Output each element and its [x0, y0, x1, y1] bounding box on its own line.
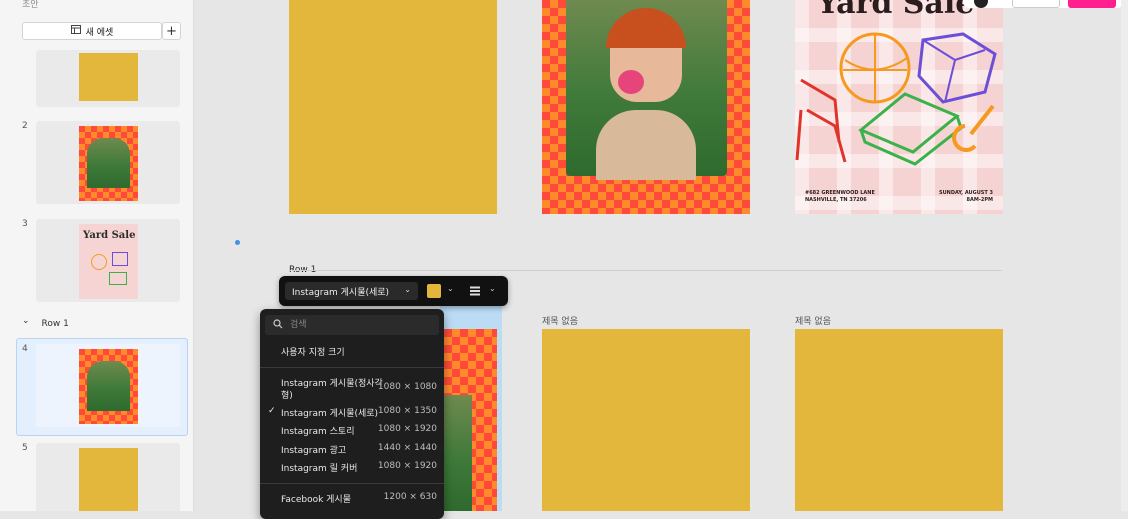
frame-title: 제목 없음 [795, 317, 831, 327]
menu-item-instagram-square[interactable]: Instagram 게시물(정사각 형) 1080 × 1080 [260, 376, 444, 402]
plus-icon: + [166, 23, 177, 39]
selection-handle[interactable] [235, 240, 240, 245]
color-swatch[interactable] [427, 284, 441, 298]
new-asset-button[interactable]: 새 에셋 [22, 22, 162, 40]
menu-item-instagram-ad[interactable]: Instagram 광고 1440 × 1440 [260, 443, 444, 457]
search-field[interactable] [265, 315, 439, 335]
new-asset-label: 새 에셋 [85, 27, 114, 38]
vertical-scrollbar[interactable] [1121, 0, 1128, 511]
yard-sale-illustration [795, 32, 997, 166]
frame-toolbar: Instagram 게시물(세로) ⌄ ⌄ ⌄ [279, 276, 508, 306]
menu-divider [260, 367, 444, 368]
menu-item-instagram-portrait[interactable]: ✓ Instagram 게시물(세로) 1080 × 1350 [260, 406, 444, 420]
page-number: 5 [22, 443, 28, 453]
pages-sidebar: 초안 새 에셋 + 2 3 Yard Sale ⌄ Row 1 4 5 [0, 0, 194, 511]
frame-mustard-3[interactable] [795, 329, 1003, 511]
frame-yard-sale[interactable]: Yard Sale #682 GREENWOOD LANE NASHVILLE,… [795, 0, 1003, 214]
layout-icon [70, 25, 81, 37]
frame-mustard-2[interactable] [542, 329, 750, 511]
check-icon: ✓ [268, 406, 276, 416]
size-dropdown-menu: 사용자 지정 크기 Instagram 게시물(정사각 형) 1080 × 10… [260, 309, 444, 519]
menu-item-instagram-reel-cover[interactable]: Instagram 릴 커버 1080 × 1920 [260, 461, 444, 475]
page-number: 4 [22, 344, 28, 354]
frame-portrait-selected[interactable] [444, 329, 497, 511]
page-number: 2 [22, 121, 28, 131]
page-thumb-1[interactable] [36, 50, 180, 107]
row-group-label[interactable]: ⌄ Row 1 [22, 316, 69, 329]
page-thumb-4[interactable] [36, 344, 180, 427]
frame-mustard-top[interactable] [289, 0, 497, 214]
menu-item-facebook-post[interactable]: Facebook 게시물 1200 × 630 [260, 492, 444, 506]
frame-portrait-top[interactable] [542, 0, 750, 214]
thumb-image [79, 349, 138, 424]
chevron-down-icon: ⌄ [404, 285, 411, 294]
thumb-image [79, 448, 138, 511]
chevron-down-icon[interactable]: ⌄ [489, 284, 496, 293]
page-thumb-5[interactable] [36, 443, 180, 511]
frame-title: 제목 없음 [542, 317, 578, 327]
share-button[interactable] [1012, 0, 1060, 8]
row-divider [289, 270, 1002, 271]
chevron-down-icon: ⌄ [22, 316, 30, 326]
yard-sale-date: SUNDAY, AUGUST 3 8AM-2PM [939, 190, 993, 203]
page-thumb-3[interactable]: Yard Sale [36, 219, 180, 302]
page-number: 3 [22, 219, 28, 229]
menu-divider [260, 483, 444, 484]
add-page-button[interactable]: + [162, 22, 181, 40]
draft-label: 초안 [22, 0, 39, 10]
publish-button[interactable] [1068, 0, 1116, 8]
size-select[interactable]: Instagram 게시물(세로) ⌄ [285, 282, 418, 300]
yard-sale-title: Yard Sale [817, 0, 975, 21]
search-icon [273, 318, 283, 332]
page-thumb-2[interactable] [36, 121, 180, 204]
portrait-photo [566, 0, 727, 180]
layout-icon[interactable] [469, 285, 481, 297]
thumb-image [79, 53, 138, 101]
search-input[interactable] [288, 319, 432, 331]
menu-item-instagram-story[interactable]: Instagram 스토리 1080 × 1920 [260, 424, 444, 438]
thumb-image [79, 126, 138, 201]
thumb-image: Yard Sale [79, 224, 138, 299]
chevron-down-icon[interactable]: ⌄ [447, 284, 454, 293]
menu-item-custom-size[interactable]: 사용자 지정 크기 [260, 345, 444, 359]
yard-sale-address: #682 GREENWOOD LANE NASHVILLE, TN 37206 [805, 190, 875, 203]
